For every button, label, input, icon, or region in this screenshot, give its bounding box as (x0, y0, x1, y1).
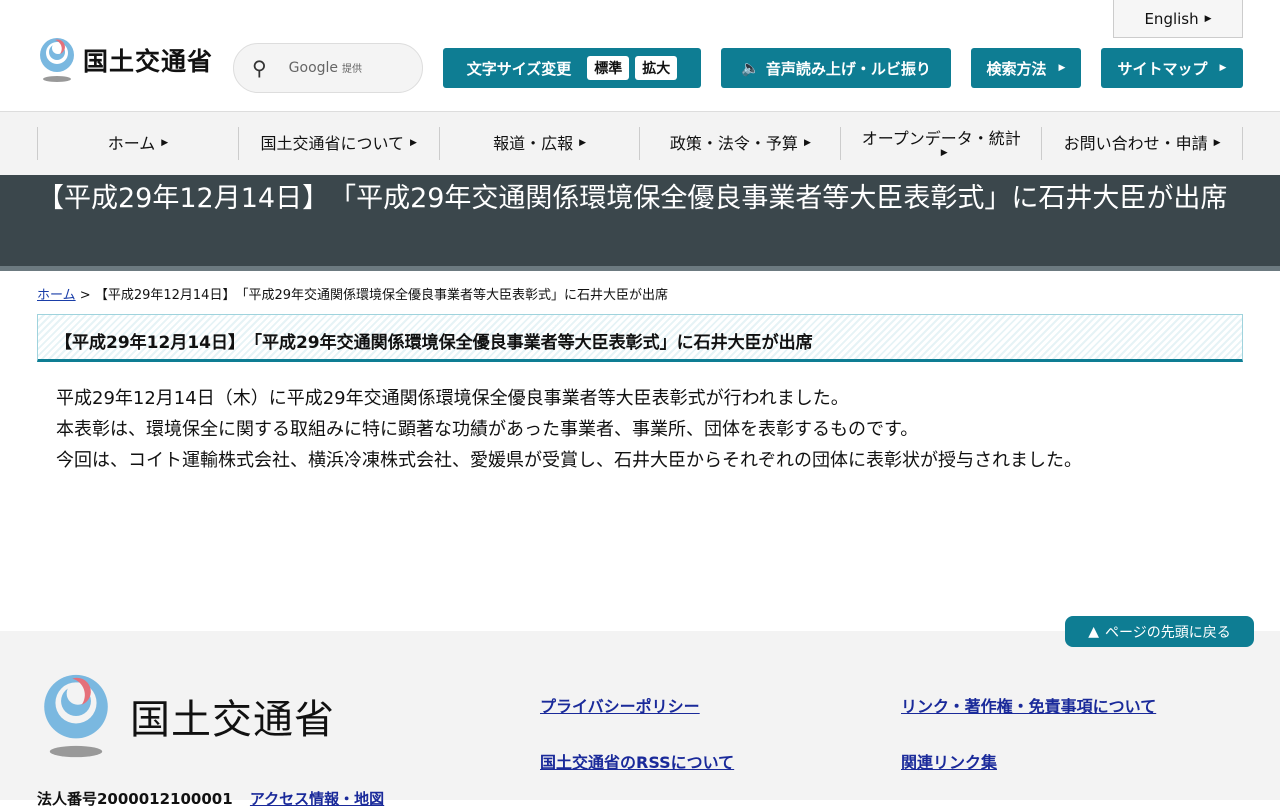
search-method-button[interactable]: 検索方法 ▶ (971, 48, 1081, 88)
font-standard-button[interactable]: 標準 (587, 56, 630, 80)
font-size-control: 文字サイズ変更 標準 拡大 (443, 48, 701, 88)
site-logo[interactable]: 国土交通省 (37, 37, 213, 83)
font-size-label: 文字サイズ変更 (466, 59, 572, 78)
back-to-top-button[interactable]: ▲ ページの先頭に戻る (1065, 616, 1254, 647)
breadcrumb-separator: > (79, 288, 91, 303)
triangle-right-icon: ▶ (1219, 63, 1227, 73)
breadcrumb: ホーム > 【平成29年12月14日】 「平成29年交通関係環境保全優良事業者等… (37, 284, 668, 303)
nav-press[interactable]: 報道・広報 ▶ (438, 127, 640, 160)
footer: 国土交通省 法人番号2000012100001 アクセス情報・地図 プライバシー… (0, 631, 1280, 808)
rss-link[interactable]: 国土交通省のRSSについて (540, 749, 734, 773)
mlit-logo-icon (44, 674, 108, 758)
english-link[interactable]: English ▶ (1113, 0, 1243, 38)
back-to-top-label: ページの先頭に戻る (1105, 624, 1231, 641)
nav-policy[interactable]: 政策・法令・予算 ▶ (639, 127, 840, 160)
privacy-link[interactable]: プライバシーポリシー (540, 693, 700, 717)
search-box[interactable]: ⚲ Google 提供 (233, 43, 423, 93)
triangle-right-icon: ▶ (940, 147, 948, 158)
access-link[interactable]: アクセス情報・地図 (250, 790, 384, 808)
arrow-up-circle-icon: ▲ (1088, 623, 1100, 640)
breadcrumb-current: 【平成29年12月14日】 「平成29年交通関係環境保全優良事業者等大臣表彰式」… (94, 288, 668, 303)
google-label: Google (288, 60, 339, 76)
nav-home[interactable]: ホーム ▶ (37, 127, 238, 160)
speech-label: 音声読み上げ・ルビ振り (765, 59, 931, 78)
search-icon: ⚲ (252, 56, 267, 80)
sitemap-label: サイトマップ (1117, 59, 1208, 78)
triangle-right-icon: ▶ (161, 138, 169, 149)
breadcrumb-home[interactable]: ホーム (37, 288, 76, 303)
triangle-right-icon: ▶ (410, 138, 417, 149)
corporate-number: 法人番号2000012100001 (37, 790, 233, 808)
english-label: English (1144, 9, 1199, 28)
triangle-right-icon: ▶ (1058, 63, 1066, 73)
paragraph: 今回は、コイト運輸株式会社、横浜冷凍株式会社、愛媛県が受賞し、石井大臣からそれぞ… (56, 450, 1082, 471)
triangle-right-icon: ▶ (579, 138, 587, 149)
triangle-right-icon: ▶ (1204, 13, 1212, 24)
nav-about[interactable]: 国土交通省について ▶ (237, 127, 439, 160)
speech-button[interactable]: 🔈 音声読み上げ・ルビ振り (721, 48, 951, 88)
copyright-link[interactable]: リンク・著作権・免責事項について (901, 693, 1156, 717)
font-large-button[interactable]: 拡大 (635, 56, 678, 80)
mlit-logo-icon (40, 38, 74, 82)
search-method-label: 検索方法 (986, 59, 1047, 78)
logo-text: 国土交通省 (83, 47, 214, 76)
footer-logo[interactable]: 国土交通省 (38, 673, 335, 759)
nav-opendata[interactable]: オープンデータ・統計 ▶ (840, 127, 1041, 160)
article-body: 平成29年12月14日（木）に平成29年交通関係環境保全優良事業者等大臣表彰式が… (56, 383, 1082, 476)
page-title: 【平成29年12月14日】 「平成29年交通関係環境保全優良事業者等大臣表彰式」… (0, 175, 1280, 271)
speaker-icon: 🔈 (741, 59, 760, 77)
triangle-right-icon: ▶ (803, 138, 811, 149)
related-links-link[interactable]: 関連リンク集 (901, 749, 997, 773)
article-heading: 【平成29年12月14日】 「平成29年交通関係環境保全優良事業者等大臣表彰式」… (37, 314, 1243, 362)
footer-logo-text: 国土交通省 (130, 697, 335, 743)
global-nav: ホーム ▶ 国土交通省について ▶ 報道・広報 ▶ 政策・法令・予算 ▶ オープンデータ… (0, 111, 1280, 175)
paragraph: 平成29年12月14日（木）に平成29年交通関係環境保全優良事業者等大臣表彰式が… (56, 388, 849, 409)
triangle-right-icon: ▶ (1213, 138, 1221, 149)
nav-contact[interactable]: お問い合わせ・申請 ▶ (1041, 127, 1243, 160)
sitemap-button[interactable]: サイトマップ ▶ (1101, 48, 1243, 88)
paragraph: 本表彰は、環境保全に関する取組みに特に顕著な功績があった事業者、事業所、団体を表… (56, 419, 919, 440)
provided-label: 提供 (342, 64, 363, 75)
